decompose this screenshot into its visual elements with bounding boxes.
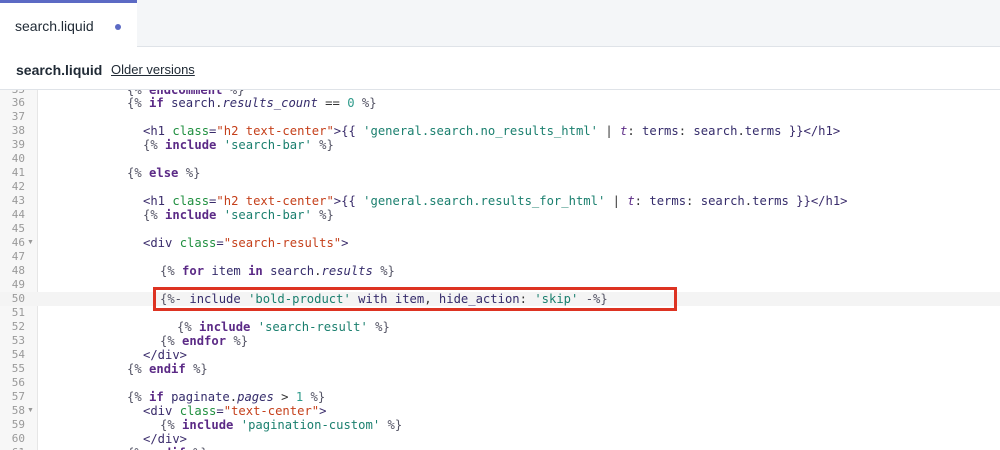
code-line: 47 xyxy=(0,250,1000,264)
line-number: 49 xyxy=(11,278,25,291)
line-number: 57 xyxy=(11,390,25,403)
line-number: 42 xyxy=(11,180,25,193)
line-number: 46 xyxy=(11,236,25,249)
code-line: 45 xyxy=(0,222,1000,236)
file-header: search.liquid Older versions xyxy=(0,48,1000,90)
line-number: 36 xyxy=(11,96,25,109)
code-text: <div class="text-center"> xyxy=(143,404,327,418)
fold-arrow-icon[interactable]: ▼ xyxy=(27,404,34,418)
code-line: 56 xyxy=(0,376,1000,390)
code-text: {% if search.results_count == 0 %} xyxy=(127,96,377,110)
tab-bar: search.liquid xyxy=(0,0,1000,48)
code-line: 48 {% for item in search.results %} xyxy=(0,264,1000,278)
code-line: 58 ▼ <div class="text-center"> xyxy=(0,404,1000,418)
code-text: {% include 'search-bar' %} xyxy=(143,208,334,222)
line-number: 55 xyxy=(11,362,25,375)
line-number: 50 xyxy=(11,292,25,305)
code-text: {% include 'search-bar' %} xyxy=(143,138,334,152)
code-line: 59 {% include 'pagination-custom' %} xyxy=(0,418,1000,432)
code-line: 61 {% endif %} xyxy=(0,446,1000,450)
code-line: 57 {% if paginate.pages > 1 %} xyxy=(0,390,1000,404)
code-line: 40 xyxy=(0,152,1000,166)
line-number: 43 xyxy=(11,194,25,207)
line-number: 38 xyxy=(11,124,25,137)
line-number: 39 xyxy=(11,138,25,151)
code-line: 41 {% else %} xyxy=(0,166,1000,180)
code-text: {% endfor %} xyxy=(160,334,249,348)
code-text: <h1 class="h2 text-center">{{ 'general.s… xyxy=(143,124,841,138)
tab-label: search.liquid xyxy=(15,18,94,34)
code-line: 53 {% endfor %} xyxy=(0,334,1000,348)
code-text: {% include 'pagination-custom' %} xyxy=(160,418,403,432)
line-number: 59 xyxy=(11,418,25,431)
code-line: 36 {% if search.results_count == 0 %} xyxy=(0,96,1000,110)
fold-arrow-icon[interactable]: ▼ xyxy=(27,236,34,250)
line-number: 44 xyxy=(11,208,25,221)
code-text: {% endif %} xyxy=(127,446,208,450)
code-line: 54 </div> xyxy=(0,348,1000,362)
line-number: 41 xyxy=(11,166,25,179)
code-text: {% endif %} xyxy=(127,362,208,376)
line-number: 58 xyxy=(11,404,25,417)
code-line: 46 ▼ <div class="search-results"> xyxy=(0,236,1000,250)
line-number: 48 xyxy=(11,264,25,277)
highlight-annotation-box xyxy=(153,287,677,311)
line-number: 40 xyxy=(11,152,25,165)
line-number: 45 xyxy=(11,222,25,235)
line-number: 53 xyxy=(11,334,25,347)
code-line: 44 {% include 'search-bar' %} xyxy=(0,208,1000,222)
line-number: 37 xyxy=(11,110,25,123)
line-number: 51 xyxy=(11,306,25,319)
code-text: </div> xyxy=(143,432,188,446)
code-line: 43 <h1 class="h2 text-center">{{ 'genera… xyxy=(0,194,1000,208)
tab-search-liquid[interactable]: search.liquid xyxy=(0,0,137,48)
line-number: 56 xyxy=(11,376,25,389)
code-line: 52 {% include 'search-result' %} xyxy=(0,320,1000,334)
line-number: 47 xyxy=(11,250,25,263)
code-line: 37 xyxy=(0,110,1000,124)
code-text: </div> xyxy=(143,348,188,362)
code-text: {% if paginate.pages > 1 %} xyxy=(127,390,326,404)
code-text: <h1 class="h2 text-center">{{ 'general.s… xyxy=(143,194,848,208)
code-text: {% else %} xyxy=(127,166,201,180)
code-line: 42 xyxy=(0,180,1000,194)
unsaved-dot-icon xyxy=(115,24,121,30)
line-number: 60 xyxy=(11,432,25,445)
line-number: 52 xyxy=(11,320,25,333)
older-versions-link[interactable]: Older versions xyxy=(111,62,195,77)
line-number: 54 xyxy=(11,348,25,361)
code-line: 60 </div> xyxy=(0,432,1000,446)
code-editor[interactable]: 35 {% endcomment %} 36 {% if search.resu… xyxy=(0,90,1000,450)
line-number: 61 xyxy=(0,446,25,450)
code-line: 55 {% endif %} xyxy=(0,362,1000,376)
code-text: {% for item in search.results %} xyxy=(160,264,395,278)
code-line: 39 {% include 'search-bar' %} xyxy=(0,138,1000,152)
file-title: search.liquid xyxy=(16,62,103,78)
code-line: 38 <h1 class="h2 text-center">{{ 'genera… xyxy=(0,124,1000,138)
code-text: {% include 'search-result' %} xyxy=(177,320,390,334)
code-text: <div class="search-results"> xyxy=(143,236,349,250)
